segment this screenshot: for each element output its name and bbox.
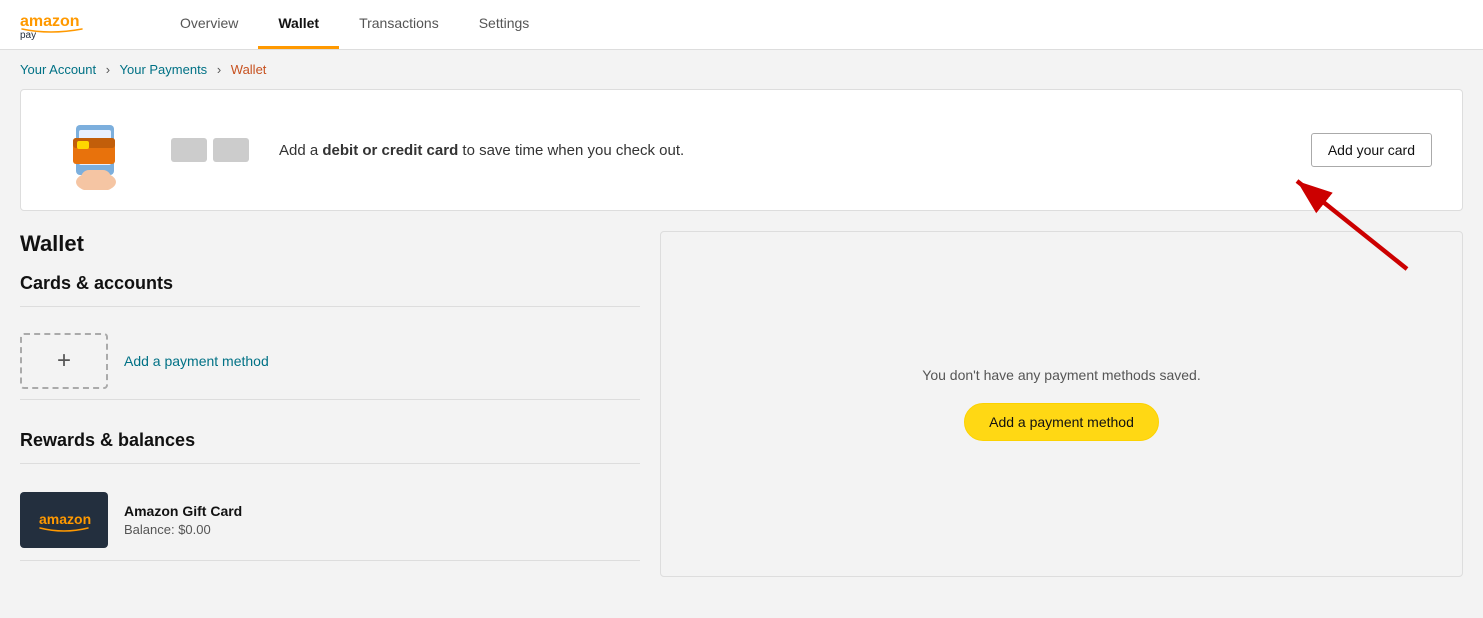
rewards-divider-bottom xyxy=(20,560,640,561)
nav-tab-wallet[interactable]: Wallet xyxy=(258,0,339,49)
main-nav: Overview Wallet Transactions Settings xyxy=(160,0,549,49)
rewards-divider xyxy=(20,463,640,464)
svg-text:amazon: amazon xyxy=(39,511,91,527)
svg-text:amazon: amazon xyxy=(20,13,80,30)
nav-tab-overview[interactable]: Overview xyxy=(160,0,258,49)
card-placeholder-2 xyxy=(213,138,249,162)
gift-card-balance: Balance: $0.00 xyxy=(124,522,242,537)
add-payment-method-link[interactable]: Add a payment method xyxy=(124,353,269,369)
rewards-balances-section: Rewards & balances amazon Amazon Gift Ca… xyxy=(20,430,640,561)
promo-illustration xyxy=(51,110,141,190)
gift-card-title: Amazon Gift Card xyxy=(124,503,242,519)
add-payment-card-box[interactable]: + xyxy=(20,333,108,389)
cards-accounts-title: Cards & accounts xyxy=(20,273,640,294)
cards-divider xyxy=(20,306,640,307)
cards-divider-bottom xyxy=(20,399,640,400)
wallet-title: Wallet xyxy=(20,231,640,257)
add-payment-row: + Add a payment method xyxy=(20,323,640,399)
breadcrumb-sep-2: › xyxy=(217,62,221,77)
breadcrumb: Your Account › Your Payments › Wallet xyxy=(0,50,1483,89)
nav-tab-settings[interactable]: Settings xyxy=(459,0,550,49)
nav-tab-transactions[interactable]: Transactions xyxy=(339,0,459,49)
plus-icon: + xyxy=(57,349,71,373)
no-methods-text: You don't have any payment methods saved… xyxy=(922,367,1200,383)
right-panel: You don't have any payment methods saved… xyxy=(660,231,1463,577)
promo-banner: Add a debit or credit card to save time … xyxy=(20,89,1463,211)
gift-card-icon: amazon xyxy=(20,492,108,548)
breadcrumb-your-account[interactable]: Your Account xyxy=(20,62,96,77)
breadcrumb-current: Wallet xyxy=(231,62,267,77)
add-your-card-button[interactable]: Add your card xyxy=(1311,133,1432,167)
gift-card-row: amazon Amazon Gift Card Balance: $0.00 xyxy=(20,480,640,560)
breadcrumb-your-payments[interactable]: Your Payments xyxy=(120,62,208,77)
promo-text: Add a debit or credit card to save time … xyxy=(279,142,1281,159)
rewards-balances-title: Rewards & balances xyxy=(20,430,640,451)
logo-area: amazon pay xyxy=(20,8,120,42)
promo-cards-graphic xyxy=(171,138,249,162)
header: amazon pay Overview Wallet Transactions … xyxy=(0,0,1483,50)
gift-card-info: Amazon Gift Card Balance: $0.00 xyxy=(124,503,242,537)
amazon-pay-logo: amazon pay xyxy=(20,8,120,42)
add-payment-method-button[interactable]: Add a payment method xyxy=(964,403,1159,441)
card-placeholder-1 xyxy=(171,138,207,162)
left-panel: Wallet Cards & accounts + Add a payment … xyxy=(20,231,640,577)
cards-accounts-section: Cards & accounts + Add a payment method xyxy=(20,273,640,400)
breadcrumb-sep-1: › xyxy=(106,62,110,77)
main-content: Wallet Cards & accounts + Add a payment … xyxy=(0,231,1483,577)
